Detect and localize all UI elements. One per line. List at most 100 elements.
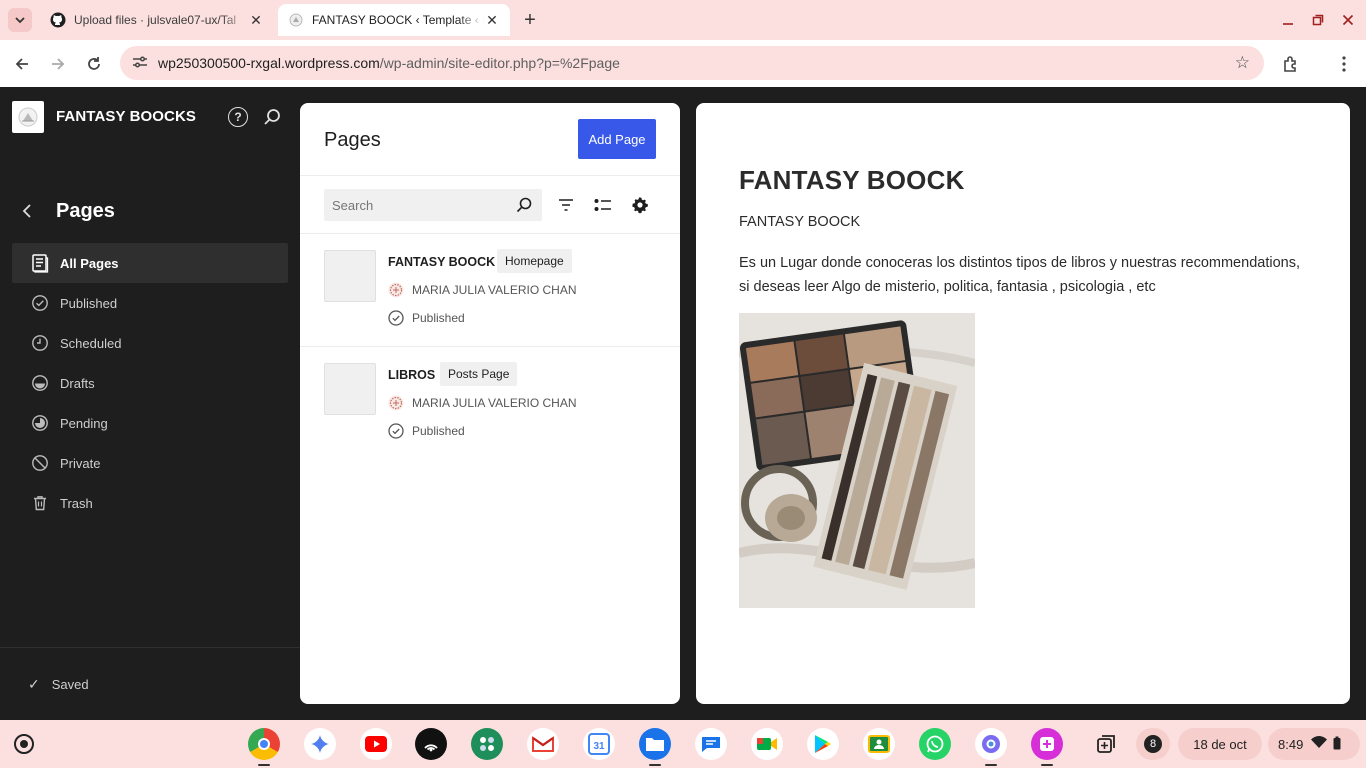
gemini-icon[interactable] (304, 728, 336, 760)
sidebar-item-drafts[interactable]: Drafts (12, 363, 288, 403)
apps-icon[interactable] (471, 728, 503, 760)
list-layout-icon[interactable] (593, 195, 613, 215)
back-button[interactable] (10, 52, 34, 76)
browser-menu-button[interactable] (1332, 52, 1356, 76)
books-headphones-photo (739, 313, 975, 608)
whatsapp-icon[interactable] (919, 728, 951, 760)
search-icon[interactable] (262, 107, 282, 127)
sidebar-item-published[interactable]: Published (12, 283, 288, 323)
gmail-icon[interactable] (527, 728, 559, 760)
running-indicator (258, 764, 270, 766)
tab-search-button[interactable] (8, 8, 32, 32)
pages-list-panel: Pages Add Page FANTASY BOOCK Homepage MA… (300, 103, 680, 704)
classroom-icon[interactable] (863, 728, 895, 760)
reload-button[interactable] (82, 52, 106, 76)
forward-button[interactable] (46, 52, 70, 76)
notification-badge[interactable]: 8 (1136, 728, 1170, 760)
trash-icon (30, 493, 50, 513)
new-tab-button[interactable]: + (518, 8, 542, 32)
date-display[interactable]: 18 de oct (1178, 728, 1262, 760)
sidebar-heading: Pages (56, 200, 115, 222)
browser-toolbar: wp250300500-rxgal.wordpress.com/wp-admin… (0, 40, 1366, 87)
running-indicator (985, 764, 997, 766)
browser-tab-github[interactable]: Upload files · julsvale07-ux/Tal ✕ (40, 4, 274, 36)
reload-icon (88, 57, 100, 70)
files-icon[interactable] (639, 728, 671, 760)
sidebar-divider (0, 647, 300, 648)
panel-title: Pages (324, 129, 381, 151)
preview-subtitle: FANTASY BOOCK (739, 214, 861, 230)
canvas-icon[interactable] (1031, 728, 1063, 760)
page-preview-canvas[interactable]: FANTASY BOOCK FANTASY BOOCK Es un Lugar … (696, 103, 1350, 704)
pages-icon (30, 253, 50, 273)
pending-icon (30, 413, 50, 433)
minimize-icon[interactable] (1276, 8, 1300, 32)
page-title-link[interactable]: FANTASY BOOCK (388, 255, 495, 269)
sidebar-item-all-pages[interactable]: All Pages (12, 243, 288, 283)
gear-icon[interactable] (630, 195, 650, 215)
restore-icon[interactable] (1306, 8, 1330, 32)
page-thumbnail[interactable] (324, 250, 376, 302)
chrome-icon[interactable] (248, 728, 280, 760)
sidebar-item-trash[interactable]: Trash (12, 483, 288, 523)
messages-icon[interactable] (695, 728, 727, 760)
sidebar-item-label: Private (60, 455, 101, 471)
browser-tab-strip: Upload files · julsvale07-ux/Tal ✕ FANTA… (0, 0, 1366, 40)
os-shelf: 31 8 18 de oct 8:49 (0, 720, 1366, 768)
play-store-icon[interactable] (807, 728, 839, 760)
sidebar-item-pending[interactable]: Pending (12, 403, 288, 443)
page-thumbnail[interactable] (324, 363, 376, 415)
address-bar[interactable]: wp250300500-rxgal.wordpress.com/wp-admin… (120, 46, 1264, 80)
extensions-button[interactable] (1279, 52, 1303, 76)
youtube-icon[interactable] (360, 728, 392, 760)
help-icon[interactable]: ? (228, 107, 248, 127)
chevron-down-icon (15, 17, 25, 24)
page-author: MARIA JULIA VALERIO CHAN (412, 396, 577, 410)
private-icon (30, 453, 50, 473)
running-indicator (1041, 764, 1053, 766)
site-logo-icon (18, 107, 38, 127)
close-tab-icon[interactable]: ✕ (248, 12, 264, 28)
site-title: FANTASY BOOCKS (56, 108, 197, 125)
browser-tab-wordpress[interactable]: FANTASY BOOCK ‹ Template ‹ F ✕ (278, 4, 510, 36)
url-path: /wp-admin/site-editor.php?p=%2Fpage (379, 55, 620, 71)
page-title-link[interactable]: LIBROS (388, 368, 435, 382)
system-tray[interactable]: 8:49 (1268, 728, 1360, 760)
page-type-badge: Posts Page (440, 362, 518, 386)
add-page-button[interactable]: Add Page (578, 119, 656, 159)
holding-space-icon[interactable] (1090, 728, 1122, 760)
arrow-right-icon (52, 58, 65, 70)
preview-image (739, 313, 975, 608)
sidebar-item-label: All Pages (60, 255, 119, 271)
save-status-label: Saved (51, 677, 89, 692)
filter-icon[interactable] (556, 195, 576, 215)
page-status: Published (412, 424, 465, 438)
photos-icon[interactable] (975, 728, 1007, 760)
close-tab-icon[interactable]: ✕ (484, 12, 500, 28)
close-window-icon[interactable] (1336, 8, 1360, 32)
meet-icon[interactable] (751, 728, 783, 760)
author-avatar-icon (388, 395, 404, 411)
published-icon (388, 423, 404, 439)
table-row[interactable]: FANTASY BOOCK Homepage MARIA JULIA VALER… (300, 234, 680, 347)
published-icon (30, 293, 50, 313)
search-input[interactable] (324, 189, 542, 221)
sidebar-item-scheduled[interactable]: Scheduled (12, 323, 288, 363)
wordpress-site-icon (288, 12, 304, 28)
clock: 8:49 (1278, 736, 1304, 752)
preview-paragraph: Es un Lugar donde conoceras los distinto… (739, 255, 1300, 295)
sidebar-item-label: Pending (60, 415, 108, 431)
tab-title: FANTASY BOOCK ‹ Template ‹ F (312, 13, 484, 27)
site-icon-button[interactable] (12, 101, 44, 133)
author-avatar-icon (388, 282, 404, 298)
calendar-icon[interactable]: 31 (583, 728, 615, 760)
chevron-left-icon (22, 204, 31, 218)
launcher-icon[interactable] (14, 734, 34, 754)
podcast-icon[interactable] (415, 728, 447, 760)
back-button[interactable] (18, 201, 38, 221)
divider (300, 175, 680, 176)
bookmark-star-icon[interactable]: ☆ (1235, 53, 1250, 73)
site-info-icon[interactable] (132, 55, 150, 72)
sidebar-item-private[interactable]: Private (12, 443, 288, 483)
table-row[interactable]: LIBROS Posts Page MARIA JULIA VALERIO CH… (300, 347, 680, 460)
